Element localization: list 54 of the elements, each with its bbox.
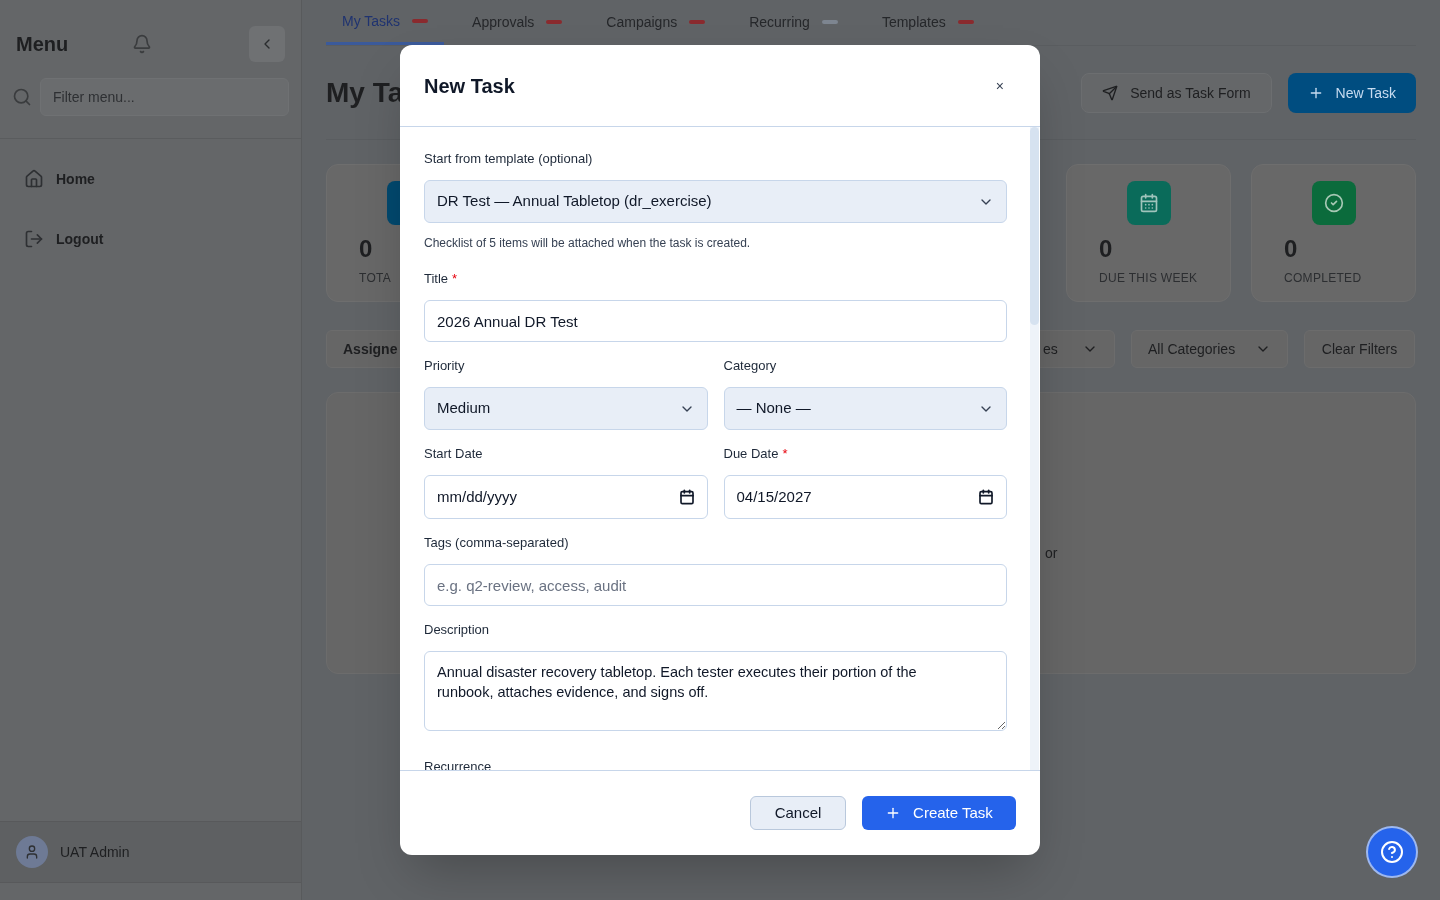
new-task-button[interactable]: New Task [1287, 72, 1416, 113]
bell-icon[interactable] [132, 34, 153, 54]
required-mark: * [452, 271, 458, 287]
logout-icon [24, 229, 44, 249]
sidebar-item[interactable]: Logout [16, 215, 285, 263]
hint-text: Checklist of 5 items will be attached when the task is created. [424, 235, 752, 251]
send-form-button[interactable]: Send as Task Form [1081, 72, 1272, 113]
search-icon [12, 87, 32, 107]
user-icon [24, 844, 40, 860]
description-field[interactable]: Annual disaster recovery tabletop. Each tester executes their portion of the runbook, attaches evidence, and signs off. [424, 651, 1007, 731]
field-label: Category [723, 358, 777, 374]
stat-label: TOTA [359, 270, 392, 287]
cancel-button[interactable]: Cancel [750, 796, 846, 830]
scrollbar[interactable] [1030, 127, 1039, 770]
required-mark: * [782, 446, 788, 462]
date-field[interactable]: 04/15/2027 [723, 475, 1007, 519]
field-label: Priority [424, 358, 465, 374]
field-label: Title [424, 271, 449, 287]
send-icon [1102, 84, 1119, 101]
dialog-title: New Task [424, 73, 515, 99]
field-label: Description [424, 622, 490, 638]
help-button[interactable] [1368, 828, 1416, 876]
stat-value: 0 [359, 234, 373, 264]
date-field[interactable]: mm/dd/yyyy [424, 475, 708, 519]
text-field[interactable]: e.g. q2-review, access, audit [424, 564, 1007, 606]
user-name: UAT Admin [60, 843, 130, 862]
help-icon [1380, 840, 1404, 864]
close-button[interactable]: × [995, 75, 1004, 96]
empty-state-text: or [1045, 544, 1058, 563]
scrollbar-thumb[interactable] [1030, 127, 1039, 325]
field-label: Start Date [424, 446, 483, 462]
calendar-icon [678, 489, 695, 505]
stat-value: 0 [1284, 234, 1298, 264]
stat-value: 0 [1099, 234, 1113, 264]
select-field[interactable]: — None — [723, 387, 1007, 430]
collapse-button[interactable] [249, 26, 285, 62]
check-circle-icon [1323, 193, 1344, 213]
field-label: Due Date [723, 446, 779, 462]
filter-select[interactable]: All Categories [1131, 330, 1288, 368]
sidebar-item[interactable]: Home [16, 155, 285, 203]
clear-filters-button[interactable]: Clear Filters [1304, 330, 1415, 368]
stat-label: COMPLETED [1284, 270, 1362, 287]
stat-label: DUE THIS WEEK [1099, 270, 1198, 287]
sidebar-title: Menu [16, 32, 69, 57]
filter-field[interactable]: Filter menu... [40, 78, 289, 116]
create-task-button[interactable]: Create Task [862, 796, 1016, 830]
field-label: Tags (comma-separated) [424, 535, 569, 551]
calendar-icon [978, 489, 994, 505]
calendar-icon [1138, 193, 1159, 213]
select-field[interactable]: Medium [424, 387, 708, 430]
text-field[interactable]: 2026 Annual DR Test [424, 300, 1007, 342]
select-field[interactable]: DR Test — Annual Tabletop (dr_exercise) [424, 180, 1007, 223]
field-label: Start from template (optional) [424, 151, 593, 167]
home-icon [24, 169, 44, 189]
